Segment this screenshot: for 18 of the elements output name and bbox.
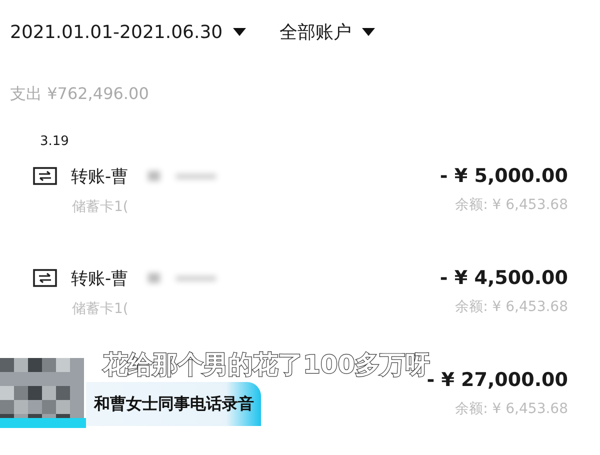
filter-dropdown[interactable]: 2021.01.01-2021.06.30 bbox=[10, 20, 246, 44]
filter-dropdown[interactable]: 全部账户 bbox=[280, 20, 375, 44]
account-label: 储蓄卡1( bbox=[71, 300, 130, 318]
transaction-amount: - ¥ 4,500.00 bbox=[440, 266, 568, 290]
dropdown-arrow-icon bbox=[362, 28, 375, 36]
caption-banner: 和曹女士同事电话录音 bbox=[86, 382, 261, 426]
transaction-title: 转账-曹 bbox=[71, 268, 128, 290]
dropdown-arrow-icon bbox=[232, 28, 246, 36]
transfer-icon bbox=[33, 167, 57, 185]
account-label: 储蓄卡1( bbox=[71, 198, 130, 216]
date-label: 3.19 bbox=[39, 133, 70, 151]
transfer-icon bbox=[33, 269, 57, 287]
transaction-title: 转账-曹 bbox=[71, 166, 128, 188]
balance-label: 余额: ¥ 6,453.68 bbox=[455, 298, 568, 316]
expense-summary: 支出 ¥762,496.00 bbox=[9, 83, 150, 104]
balance-label: 余额: ¥ 6,453.68 bbox=[455, 196, 568, 214]
balance-label: 余额: ¥ 6,453.68 bbox=[455, 400, 568, 418]
transaction-amount: - ¥ 5,000.00 bbox=[440, 164, 568, 188]
